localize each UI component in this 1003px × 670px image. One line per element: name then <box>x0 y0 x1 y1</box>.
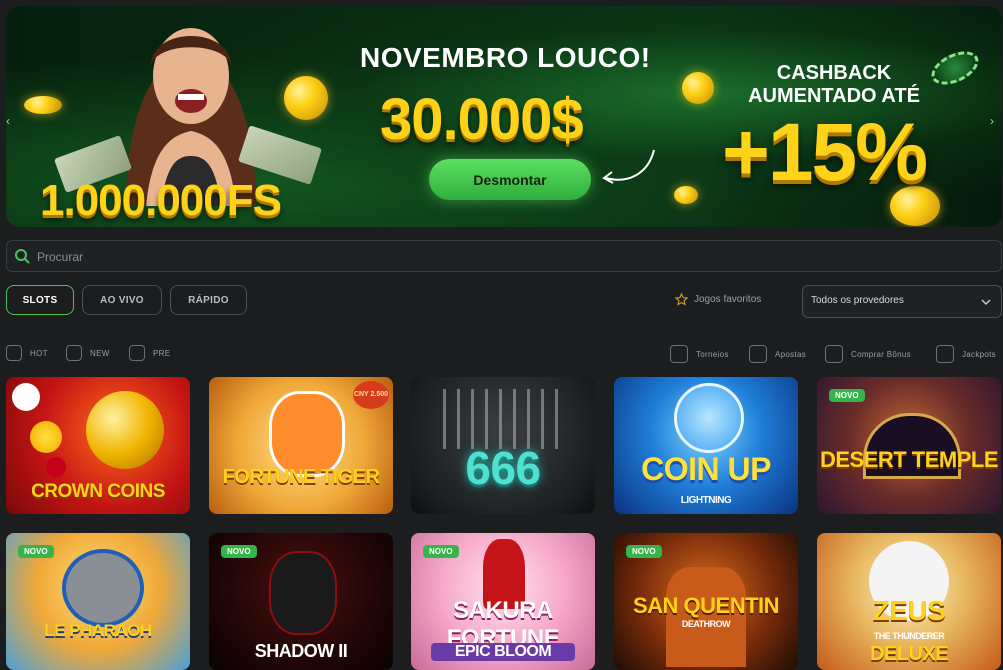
checkbox[interactable] <box>66 345 82 361</box>
new-badge: NOVO <box>18 545 54 558</box>
game-subtitle: DEATHROW <box>681 619 731 629</box>
coin-icon <box>674 383 744 453</box>
tiger-mascot-image <box>269 391 345 477</box>
filter-apostas[interactable]: Apostas <box>749 345 806 363</box>
game-card-zeus[interactable]: ZEUS THE THUNDERER DELUXE <box>817 533 1001 670</box>
promo-banner[interactable]: ‹ › NOVEMBRO LOUCO! 30.000$ 1.000.000FS … <box>6 6 1002 227</box>
game-title-extra: DELUXE <box>869 643 949 665</box>
filter-comprar-bonus-label: Comprar Bônus <box>851 349 911 359</box>
checkbox[interactable] <box>670 345 688 363</box>
game-card-coin-up[interactable]: COIN UP LIGHTNING <box>614 377 798 514</box>
filter-hot[interactable]: HOT <box>6 345 48 361</box>
tab-ao-vivo[interactable]: AO VIVO <box>82 285 162 315</box>
game-card-le-pharaoh[interactable]: NOVO LE PHARAOH <box>6 533 190 670</box>
game-subtitle: THE THUNDERER <box>873 631 945 641</box>
banner-next-arrow-icon[interactable]: › <box>990 114 1000 128</box>
coin-icon <box>682 72 714 104</box>
lemon-icon <box>30 421 62 453</box>
filter-new-label: NEW <box>90 348 110 358</box>
promo-freespins: 1.000.000FS <box>40 176 282 225</box>
new-badge: NOVO <box>221 545 257 558</box>
game-subtitle: LIGHTNING <box>680 495 732 506</box>
filter-apostas-label: Apostas <box>775 349 807 359</box>
provider-select[interactable]: Todos os provedores <box>802 285 1002 318</box>
cashback-line-1: CASHBACK <box>776 62 892 84</box>
filter-new[interactable]: NEW <box>66 345 110 361</box>
search-icon <box>15 249 30 264</box>
checkbox[interactable] <box>936 345 954 363</box>
favorite-games-label: Jogos favoritos <box>694 294 762 305</box>
checkbox[interactable] <box>749 345 767 363</box>
filter-jackpots-label: Jackpots <box>962 349 996 359</box>
game-title: 666 <box>465 442 541 494</box>
checkbox[interactable] <box>6 345 22 361</box>
game-tag: CNY 2.500 <box>353 381 389 409</box>
cashback-percent: +15% <box>722 107 928 198</box>
chevron-down-icon <box>981 299 991 306</box>
coin-icon <box>24 96 62 114</box>
filter-pre[interactable]: PRE <box>129 345 170 361</box>
game-title: DESERT TEMPLE <box>819 447 999 472</box>
game-title: SAN QUENTIN <box>632 593 780 618</box>
filter-torneios-label: Torneios <box>696 349 729 359</box>
coin-icon <box>284 76 328 120</box>
coin-icon <box>674 186 698 204</box>
filter-torneios[interactable]: Torneios <box>670 345 729 363</box>
casino-chip-icon <box>926 44 984 92</box>
game-title: FORTUNE TIGER <box>222 466 380 488</box>
new-badge: NOVO <box>829 389 865 402</box>
checkbox[interactable] <box>129 345 145 361</box>
star-icon <box>675 293 688 306</box>
tab-rapido[interactable]: RÁPIDO <box>170 285 247 315</box>
cherry-icon <box>46 457 66 477</box>
banner-prev-arrow-icon[interactable]: ‹ <box>6 114 16 128</box>
promo-amount: 30.000$ <box>380 87 584 152</box>
devils-image <box>443 389 563 449</box>
filter-jackpots[interactable]: Jackpots <box>936 345 996 363</box>
vampire-image <box>269 551 337 635</box>
game-card-fortune-tiger[interactable]: CNY 2.500 FORTUNE TIGER <box>209 377 393 514</box>
game-card-san-quentin[interactable]: NOVO SAN QUENTIN DEATHROW <box>614 533 798 670</box>
promo-headline: NOVEMBRO LOUCO! <box>360 42 651 73</box>
game-title: CROWN COINS <box>31 481 165 502</box>
filter-hot-label: HOT <box>30 348 48 358</box>
game-subtitle: EPIC BLOOM <box>431 643 575 661</box>
new-badge: NOVO <box>626 545 662 558</box>
favorite-games-link[interactable]: Jogos favoritos <box>675 293 761 306</box>
game-card-666[interactable]: 666 <box>411 377 595 514</box>
game-title: ZEUS <box>872 595 946 626</box>
checkbox[interactable] <box>825 345 843 363</box>
game-title: LE PHARAOH <box>44 621 152 640</box>
game-title: COIN UP <box>641 451 771 487</box>
filter-pre-label: PRE <box>153 348 171 358</box>
game-card-desert-temple[interactable]: NOVO DESERT TEMPLE <box>817 377 1001 514</box>
cashback-text: CASHBACK AUMENTADO ATÉ <box>734 62 934 108</box>
cashback-line-2: AUMENTADO ATÉ <box>748 85 920 107</box>
promo-cta-button[interactable]: Desmontar <box>429 159 591 200</box>
tab-slots[interactable]: SLOTS <box>6 285 74 315</box>
provider-logo <box>12 383 40 411</box>
filter-comprar-bonus[interactable]: Comprar Bônus <box>825 345 911 363</box>
provider-select-value: Todos os provedores <box>811 295 904 306</box>
game-card-sakura-fortune[interactable]: NOVO SAKURA FORTUNE EPIC BLOOM <box>411 533 595 670</box>
game-card-crown-coins[interactable]: CROWN COINS <box>6 377 190 514</box>
game-card-shadow-ii[interactable]: NOVO SHADOW II <box>209 533 393 670</box>
game-title: SHADOW II <box>254 641 348 661</box>
raccoon-mascot-image <box>62 549 144 627</box>
new-badge: NOVO <box>423 545 459 558</box>
curved-arrow-icon <box>602 149 655 184</box>
coin-icon <box>86 391 164 469</box>
search-input[interactable] <box>35 241 939 273</box>
search-bar[interactable] <box>6 240 1002 273</box>
